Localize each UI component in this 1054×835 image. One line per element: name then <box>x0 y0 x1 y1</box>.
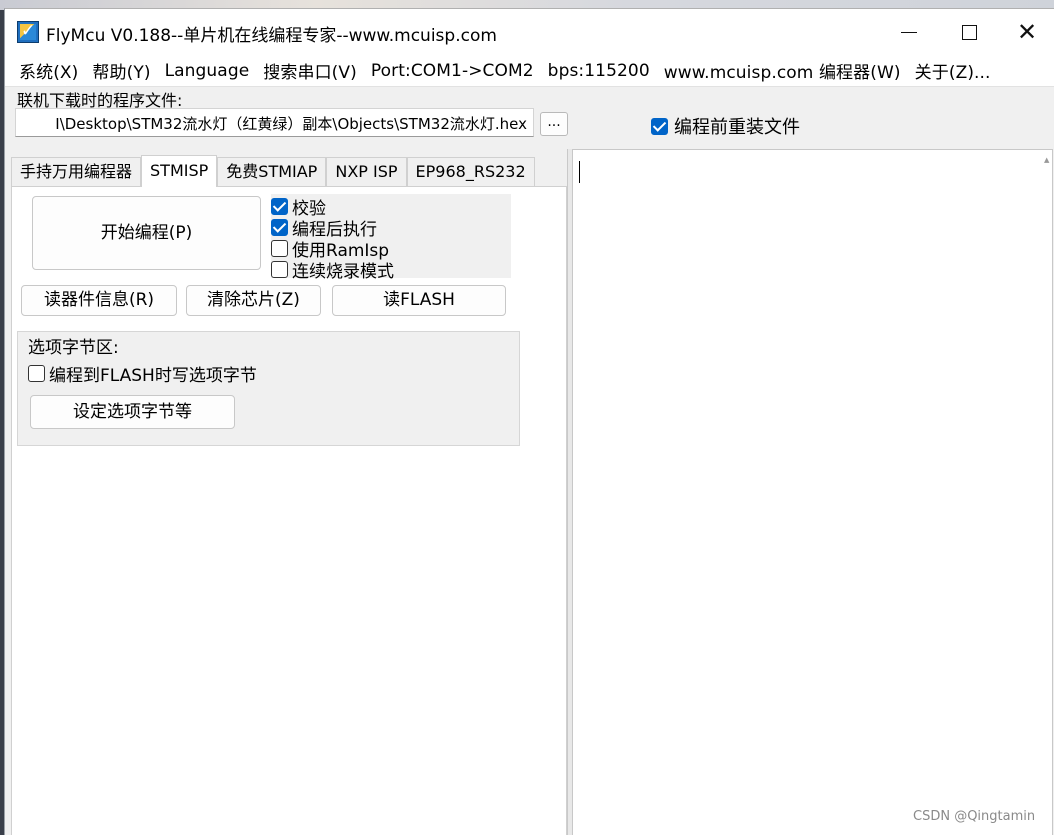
option-continuous-mode[interactable]: 连续烧录模式 <box>271 257 394 282</box>
browse-button[interactable]: ... <box>540 112 568 136</box>
close-icon: ✕ <box>1016 18 1038 46</box>
tab-strip: 手持万用编程器 STMISP 免费STMIAP NXP ISP EP968_RS… <box>11 155 535 187</box>
tab-stmiap[interactable]: 免费STMIAP <box>217 157 327 187</box>
minimize-icon <box>901 31 917 33</box>
program-options: 校验 编程后执行 使用RamIsp 连续烧录模式 <box>271 194 511 282</box>
write-option-bytes-label: 编程到FLASH时写选项字节 <box>49 366 257 386</box>
menu-about[interactable]: 关于(Z)... <box>908 58 998 83</box>
scroll-up-arrow-icon[interactable]: ▲ <box>1044 156 1052 164</box>
menu-help[interactable]: 帮助(Y) <box>85 58 157 83</box>
window-title: FlyMcu V0.188--单片机在线编程专家--www.mcuisp.com <box>46 26 497 46</box>
verify-checkbox[interactable] <box>271 198 288 215</box>
erase-chip-button[interactable]: 清除芯片(Z) <box>186 285 321 316</box>
menu-port[interactable]: Port:COM1->COM2 <box>364 61 541 81</box>
tab-nxp-isp[interactable]: NXP ISP <box>326 157 407 187</box>
flymcu-window: FlyMcu V0.188--单片机在线编程专家--www.mcuisp.com… <box>4 8 1054 835</box>
title-bar[interactable]: FlyMcu V0.188--单片机在线编程专家--www.mcuisp.com… <box>5 9 1054 55</box>
log-output-area[interactable]: ▲ <box>572 149 1053 835</box>
start-program-button[interactable]: 开始编程(P) <box>32 196 261 270</box>
reload-checkbox[interactable] <box>651 117 668 135</box>
file-path-input[interactable]: I\Desktop\STM32流水灯（红黄绿）副本\Objects\STM32流… <box>15 108 534 137</box>
menu-language[interactable]: Language <box>158 61 257 81</box>
close-button[interactable]: ✕ <box>998 9 1054 55</box>
menu-bps[interactable]: bps:115200 <box>541 61 657 81</box>
reload-before-program-option[interactable]: 编程前重装文件 <box>651 113 800 139</box>
menu-system[interactable]: 系统(X) <box>12 58 85 83</box>
write-option-bytes-checkbox[interactable] <box>28 365 45 382</box>
write-option-bytes-option[interactable]: 编程到FLASH时写选项字节 <box>28 361 257 386</box>
menu-bar: 系统(X) 帮助(Y) Language 搜索串口(V) Port:COM1->… <box>5 55 1054 87</box>
text-caret <box>579 161 580 183</box>
maximize-icon <box>961 24 977 40</box>
option-bytes-title: 选项字节区: <box>28 338 119 358</box>
set-option-bytes-button[interactable]: 设定选项字节等 <box>30 395 235 429</box>
maximize-button[interactable] <box>940 9 998 55</box>
continuous-checkbox[interactable] <box>271 261 288 278</box>
option-bytes-group: 选项字节区: 编程到FLASH时写选项字节 设定选项字节等 <box>17 331 520 446</box>
menu-programmer[interactable]: www.mcuisp.com 编程器(W) <box>657 58 908 83</box>
tab-ep968[interactable]: EP968_RS232 <box>406 157 535 187</box>
minimize-button[interactable] <box>880 9 938 55</box>
read-device-info-button[interactable]: 读器件信息(R) <box>21 285 177 316</box>
menu-search-port[interactable]: 搜索串口(V) <box>256 58 364 83</box>
ramisp-checkbox[interactable] <box>271 240 288 257</box>
run-after-checkbox[interactable] <box>271 219 288 236</box>
reload-label: 编程前重装文件 <box>674 117 800 138</box>
read-flash-button[interactable]: 读FLASH <box>332 285 506 316</box>
tab-handheld-programmer[interactable]: 手持万用编程器 <box>11 157 142 187</box>
csdn-watermark: CSDN @Qingtamin <box>913 809 1036 824</box>
tab-stmisp[interactable]: STMISP <box>141 155 218 187</box>
app-logo-icon <box>17 21 39 43</box>
option-label: 连续烧录模式 <box>292 262 394 282</box>
stmisp-panel: 开始编程(P) 校验 编程后执行 使用RamIsp 连续烧录模式 读器件信息(R… <box>11 186 567 835</box>
